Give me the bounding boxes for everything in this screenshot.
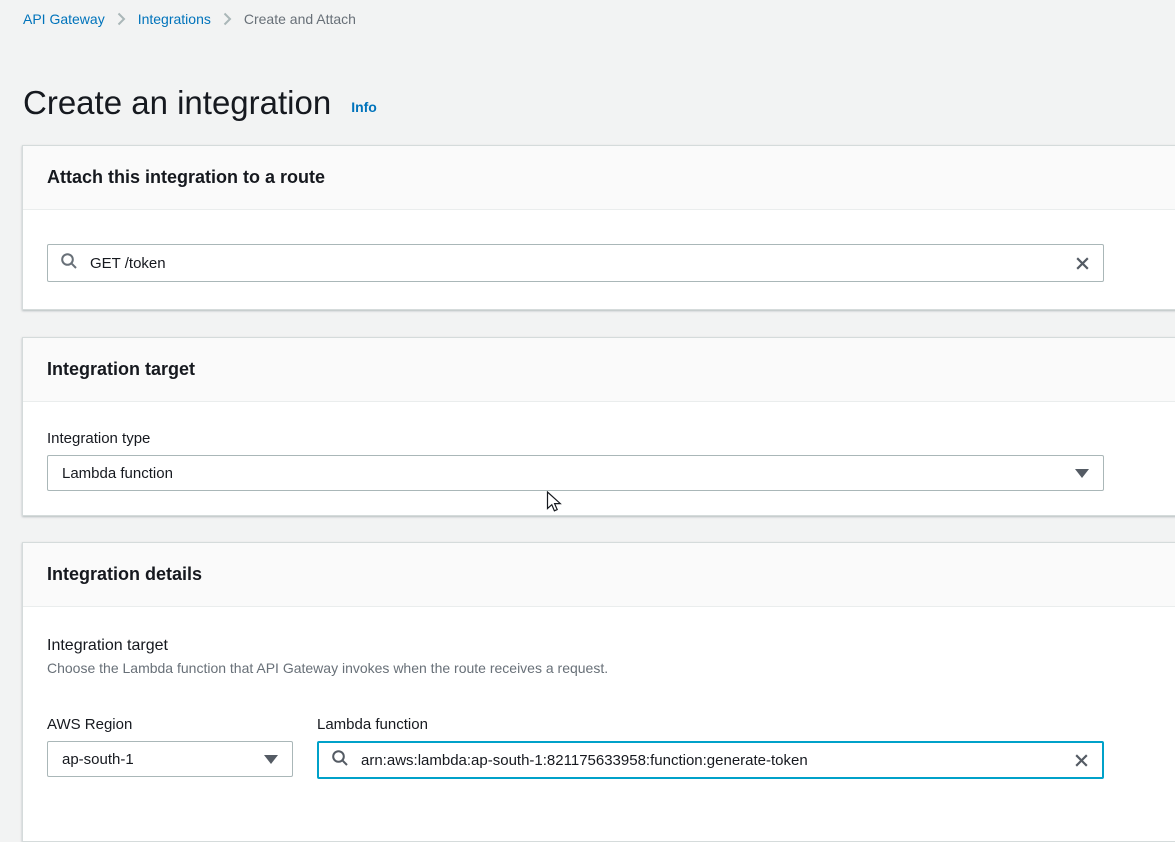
integration-target-card-title: Integration target (47, 359, 1157, 380)
lambda-function-value: arn:aws:lambda:ap-south-1:821175633958:f… (361, 752, 1061, 769)
region-lambda-row: AWS Region ap-south-1 Lambda function ar… (47, 716, 1157, 779)
attach-route-card-body: GET /token (23, 210, 1175, 309)
attach-route-card: Attach this integration to a route GET /… (22, 145, 1175, 310)
breadcrumb-current: Create and Attach (244, 11, 356, 27)
breadcrumb-link-api-gateway[interactable]: API Gateway (23, 11, 105, 27)
integration-type-label: Integration type (47, 430, 1157, 447)
aws-region-value: ap-south-1 (62, 751, 134, 768)
attach-route-card-title: Attach this integration to a route (47, 167, 1157, 188)
integration-details-card-header: Integration details (23, 543, 1175, 607)
breadcrumb-link-integrations[interactable]: Integrations (138, 11, 211, 27)
integration-target-card: Integration target Integration type Lamb… (22, 337, 1175, 516)
clear-route-search-button[interactable] (1074, 255, 1091, 272)
lambda-function-input[interactable]: arn:aws:lambda:ap-south-1:821175633958:f… (317, 741, 1104, 779)
aws-region-select[interactable]: ap-south-1 (47, 741, 293, 777)
integration-target-card-header: Integration target (23, 338, 1175, 402)
integration-type-value: Lambda function (62, 465, 173, 482)
search-icon (60, 252, 78, 275)
lambda-function-label: Lambda function (317, 716, 1104, 733)
search-icon (331, 749, 349, 772)
breadcrumb: API Gateway Integrations Create and Atta… (0, 0, 1175, 27)
integration-target-description: Choose the Lambda function that API Gate… (47, 660, 1157, 676)
integration-target-subheading: Integration target (47, 637, 1157, 655)
caret-down-icon (1075, 469, 1089, 478)
integration-type-select[interactable]: Lambda function (47, 455, 1104, 491)
integration-target-card-body: Integration type Lambda function (23, 402, 1175, 515)
chevron-right-icon (117, 12, 126, 26)
page-title: Create an integration (23, 84, 331, 122)
caret-down-icon (264, 755, 278, 764)
aws-region-label: AWS Region (47, 716, 293, 733)
integration-details-card-title: Integration details (47, 564, 1157, 585)
lambda-function-field: Lambda function arn:aws:lambda:ap-south-… (317, 716, 1104, 779)
chevron-right-icon (223, 12, 232, 26)
route-search-input[interactable]: GET /token (47, 244, 1104, 282)
route-search-value: GET /token (90, 255, 1062, 272)
integration-details-card: Integration details Integration target C… (22, 542, 1175, 842)
aws-region-field: AWS Region ap-south-1 (47, 716, 293, 777)
info-link[interactable]: Info (351, 99, 377, 115)
page-title-row: Create an integration Info (23, 84, 1175, 122)
clear-lambda-function-button[interactable] (1073, 752, 1090, 769)
integration-details-card-body: Integration target Choose the Lambda fun… (23, 607, 1175, 819)
attach-route-card-header: Attach this integration to a route (23, 146, 1175, 210)
